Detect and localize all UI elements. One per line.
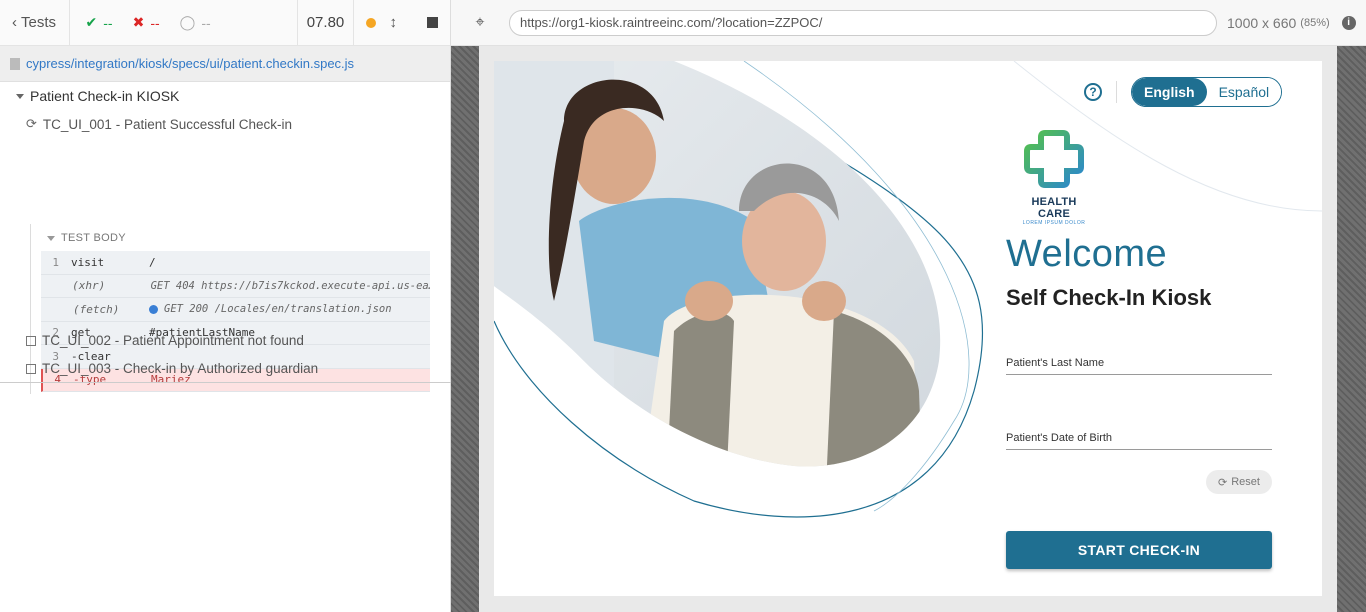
hero-photo <box>494 61 964 531</box>
refresh-icon: ⟳ <box>1218 476 1228 489</box>
info-icon[interactable]: i <box>1341 15 1356 30</box>
back-to-tests-button[interactable]: ‹ Tests <box>0 0 70 46</box>
selector-playground-icon[interactable]: ⌖ <box>451 14 509 32</box>
spec-path-bar: cypress/integration/kiosk/specs/ui/patie… <box>0 46 450 82</box>
medical-cross-icon <box>1024 130 1084 188</box>
spec-path-link[interactable]: cypress/integration/kiosk/specs/ui/patie… <box>26 56 354 71</box>
aut-header: ⌖ https://org1-kiosk.raintreeinc.com/?lo… <box>451 0 1366 46</box>
failed-count: ✖ -- <box>132 14 160 31</box>
test-item-tc-ui-002[interactable]: TC_UI_002 - Patient Appointment not foun… <box>26 333 304 348</box>
dob-field[interactable]: Patient's Date of Birth <box>1006 428 1272 450</box>
x-icon: ✖ <box>132 14 145 30</box>
caret-down-icon <box>47 235 55 241</box>
aut-panel: ⌖ https://org1-kiosk.raintreeinc.com/?lo… <box>451 0 1366 612</box>
duration: 07.80 <box>298 0 354 46</box>
welcome-heading: Welcome <box>1006 233 1168 275</box>
command-row[interactable]: (fetch) GET 200 /Locales/en/translation.… <box>41 298 430 322</box>
stop-icon[interactable] <box>427 17 438 28</box>
stats: ✔ -- ✖ -- ◯ -- <box>70 0 299 46</box>
language-area: ? English Español <box>1084 77 1283 107</box>
auto-scroll-icon[interactable]: ↕ <box>390 14 398 31</box>
divider <box>0 382 451 383</box>
nurse-and-patient-image <box>494 61 941 467</box>
divider <box>1116 81 1117 103</box>
chevron-left-icon: ‹ <box>12 14 17 31</box>
reporter-header: ‹ Tests ✔ -- ✖ -- ◯ -- 07.80 ↕ <box>0 0 450 46</box>
aut-stage: ? English Español HEALTH CARE LOREM IPSU… <box>451 46 1366 612</box>
start-check-in-button[interactable]: START CHECK-IN <box>1006 531 1272 569</box>
fetch-status-dot-icon <box>149 304 158 314</box>
viewport-info: 1000 x 660 (85%) i <box>1227 15 1356 31</box>
check-icon: ✔ <box>85 14 98 30</box>
reporter-panel: ‹ Tests ✔ -- ✖ -- ◯ -- 07.80 ↕ cypress/i… <box>0 0 451 612</box>
dob-label: Patient's Date of Birth <box>1006 432 1113 444</box>
health-care-logo: HEALTH CARE LOREM IPSUM DOLOR <box>1014 129 1094 226</box>
brand-name: HEALTH CARE <box>1031 196 1077 220</box>
refresh-icon: ⟳ <box>26 116 37 131</box>
command-row[interactable]: 1 visit / <box>41 251 430 275</box>
help-icon[interactable]: ? <box>1084 83 1102 101</box>
tests-label: Tests <box>21 14 57 31</box>
file-icon <box>10 57 20 70</box>
suite-title[interactable]: Patient Check-in KIOSK <box>16 88 179 104</box>
reset-button[interactable]: ⟳ Reset <box>1206 470 1272 494</box>
test-body-header[interactable]: TEST BODY <box>47 232 126 244</box>
checkbox-icon <box>26 363 36 374</box>
last-name-field[interactable]: Patient's Last Name <box>1006 353 1272 375</box>
lang-english-button[interactable]: English <box>1132 78 1207 106</box>
pending-count: ◯ -- <box>179 14 211 31</box>
kiosk-subtitle: Self Check-In Kiosk <box>1006 285 1212 310</box>
circle-notch-icon: ◯ <box>179 14 196 30</box>
command-row[interactable]: (xhr) GET 404 https://b7is7kckod.execute… <box>41 275 430 298</box>
last-name-label: Patient's Last Name <box>1006 357 1105 369</box>
test-tree: Patient Check-in KIOSK ⟳ TC_UI_001 - Pat… <box>0 82 450 394</box>
run-controls: ↕ <box>354 0 451 46</box>
test-item-tc-ui-003[interactable]: TC_UI_003 - Check-in by Authorized guard… <box>26 361 318 376</box>
test-item-tc-ui-001[interactable]: ⟳ TC_UI_001 - Patient Successful Check-i… <box>26 116 292 132</box>
checkbox-icon <box>26 335 36 346</box>
lang-spanish-button[interactable]: Español <box>1206 78 1282 106</box>
url-bar[interactable]: https://org1-kiosk.raintreeinc.com/?loca… <box>509 9 1217 36</box>
kiosk-app: ? English Español HEALTH CARE LOREM IPSU… <box>494 61 1322 596</box>
passed-count: ✔ -- <box>85 14 113 31</box>
brand-tagline: LOREM IPSUM DOLOR <box>1022 220 1086 226</box>
caret-down-icon <box>16 93 24 99</box>
running-status-icon <box>365 17 376 28</box>
language-toggle: English Español <box>1131 77 1283 107</box>
